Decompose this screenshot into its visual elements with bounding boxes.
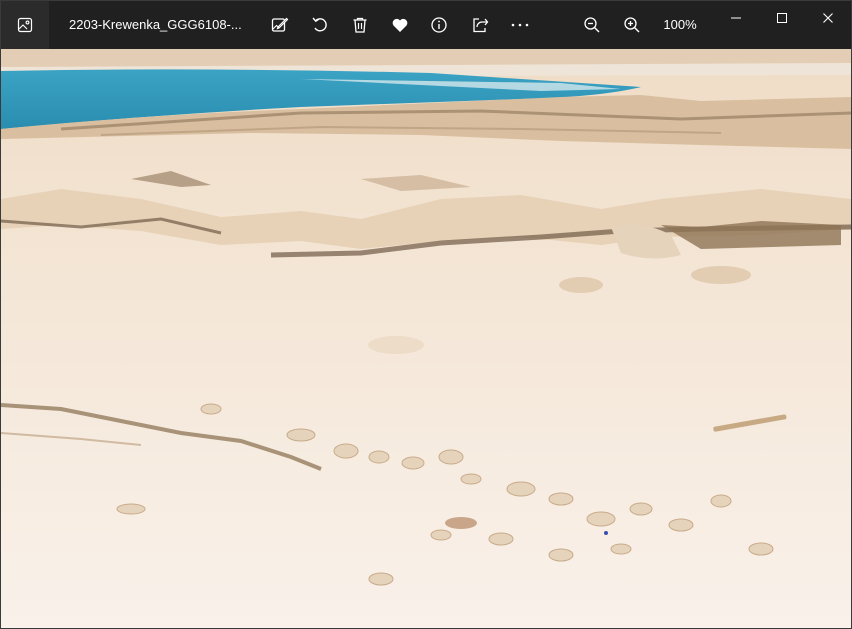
close-icon	[823, 13, 833, 23]
image-viewport[interactable]	[1, 49, 851, 628]
photos-app-icon[interactable]	[1, 1, 49, 49]
minimize-icon	[731, 17, 741, 19]
rotate-icon[interactable]	[304, 9, 336, 41]
zoom-level-readout[interactable]: 100%	[657, 1, 703, 49]
share-icon[interactable]	[464, 9, 496, 41]
title-bar: 2203-Krewenka_GGG6108-... 100%	[1, 1, 851, 49]
zoom-in-icon[interactable]	[616, 9, 648, 41]
photo-viewer-window: 2203-Krewenka_GGG6108-... 100%	[0, 0, 852, 629]
close-button[interactable]	[805, 1, 851, 35]
edit-image-icon[interactable]	[264, 9, 296, 41]
delete-icon[interactable]	[344, 9, 376, 41]
minimize-button[interactable]	[713, 1, 759, 35]
info-icon[interactable]	[423, 9, 455, 41]
salt-shore-photo	[1, 49, 851, 628]
maximize-icon	[777, 13, 787, 23]
more-icon[interactable]	[504, 9, 536, 41]
favorite-heart-icon[interactable]	[384, 9, 416, 41]
zoom-out-icon[interactable]	[576, 9, 608, 41]
file-title: 2203-Krewenka_GGG6108-...	[69, 17, 242, 32]
maximize-button[interactable]	[759, 1, 805, 35]
